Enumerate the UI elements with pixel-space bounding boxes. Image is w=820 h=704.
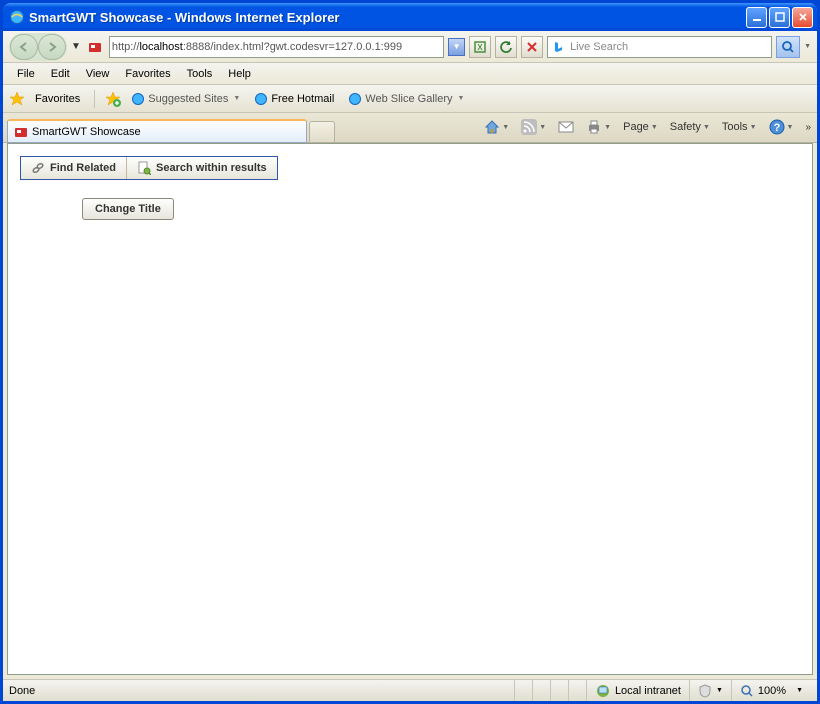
help-icon: ? bbox=[769, 119, 785, 135]
print-icon bbox=[586, 119, 602, 135]
tab-title: SmartGWT Showcase bbox=[32, 126, 141, 138]
toolbar-box: Find Related Search within results bbox=[20, 156, 278, 180]
security-zone[interactable]: Local intranet bbox=[586, 680, 689, 701]
zoom-icon bbox=[740, 684, 754, 698]
menu-bar: File Edit View Favorites Tools Help bbox=[3, 63, 817, 85]
refresh-button[interactable] bbox=[495, 36, 517, 58]
safety-menu-button[interactable]: Safety▼ bbox=[666, 116, 714, 138]
url-dropdown-button[interactable]: ▼ bbox=[448, 38, 465, 56]
menu-edit[interactable]: Edit bbox=[43, 65, 78, 83]
status-bar: Done Local intranet ▼ 100% ▼ bbox=[3, 679, 817, 701]
print-button[interactable]: ▼ bbox=[582, 116, 615, 138]
window-title: SmartGWT Showcase - Windows Internet Exp… bbox=[29, 10, 746, 25]
find-related-button[interactable]: Find Related bbox=[21, 157, 126, 179]
home-button[interactable]: ▼ bbox=[480, 116, 513, 138]
shield-icon bbox=[698, 684, 712, 698]
help-button[interactable]: ? ▼ bbox=[765, 116, 798, 138]
feeds-button[interactable]: ▼ bbox=[517, 116, 550, 138]
new-tab-button[interactable] bbox=[309, 121, 335, 143]
menu-tools[interactable]: Tools bbox=[179, 65, 221, 83]
add-favorite-icon[interactable] bbox=[105, 91, 121, 107]
maximize-button[interactable] bbox=[769, 7, 790, 28]
ie-page-icon bbox=[131, 92, 145, 106]
compat-view-button[interactable] bbox=[469, 36, 491, 58]
web-slice-gallery-link[interactable]: Web Slice Gallery ▼ bbox=[344, 90, 468, 108]
nav-history-dropdown[interactable]: ▼ bbox=[71, 41, 81, 52]
status-text: Done bbox=[9, 685, 35, 697]
search-within-label: Search within results bbox=[156, 162, 267, 174]
change-title-button[interactable]: Change Title bbox=[82, 198, 174, 220]
menu-view[interactable]: View bbox=[78, 65, 118, 83]
menu-help[interactable]: Help bbox=[220, 65, 259, 83]
forward-button[interactable] bbox=[38, 34, 66, 60]
search-placeholder: Live Search bbox=[570, 41, 628, 53]
favorites-star-icon bbox=[9, 91, 25, 107]
url-host: localhost bbox=[139, 41, 182, 53]
url-proto: http:// bbox=[112, 41, 140, 53]
zoom-control[interactable]: 100% ▼ bbox=[731, 680, 811, 701]
zone-label: Local intranet bbox=[615, 685, 681, 697]
intranet-icon bbox=[595, 683, 611, 699]
svg-text:?: ? bbox=[773, 122, 780, 134]
home-icon bbox=[484, 119, 500, 135]
search-doc-icon bbox=[137, 161, 151, 175]
search-dropdown[interactable]: ▼ bbox=[804, 43, 811, 50]
tab-bar: SmartGWT Showcase ▼ ▼ ▼ Page▼ S bbox=[3, 113, 817, 143]
close-button[interactable] bbox=[792, 7, 813, 28]
page-favicon bbox=[87, 39, 103, 55]
free-hotmail-link[interactable]: Free Hotmail bbox=[250, 90, 338, 108]
ie-page-icon bbox=[254, 92, 268, 106]
url-input[interactable]: http://localhost:8888/index.html?gwt.cod… bbox=[109, 36, 444, 58]
search-within-results-button[interactable]: Search within results bbox=[126, 157, 277, 179]
favorites-label: Favorites bbox=[35, 93, 80, 105]
ie-page-icon bbox=[348, 92, 362, 106]
page-content: Find Related Search within results Chang… bbox=[7, 143, 813, 675]
protected-mode[interactable]: ▼ bbox=[689, 680, 731, 701]
ie-icon bbox=[9, 9, 25, 25]
tab-smartgwt-showcase[interactable]: SmartGWT Showcase bbox=[7, 119, 307, 143]
bing-icon bbox=[552, 40, 566, 54]
mail-icon bbox=[558, 120, 574, 134]
find-related-label: Find Related bbox=[50, 162, 116, 174]
zoom-level: 100% bbox=[758, 685, 786, 697]
suggested-sites-link[interactable]: Suggested Sites ▼ bbox=[127, 90, 244, 108]
tools-menu-button[interactable]: Tools▼ bbox=[718, 116, 761, 138]
command-bar: ▼ ▼ ▼ Page▼ Safety▼ Tools▼ bbox=[480, 116, 811, 138]
chevron-more-icon[interactable]: » bbox=[805, 122, 811, 133]
menu-favorites[interactable]: Favorites bbox=[117, 65, 178, 83]
menu-file[interactable]: File bbox=[9, 65, 43, 83]
titlebar: SmartGWT Showcase - Windows Internet Exp… bbox=[3, 3, 817, 31]
favorites-bar: Favorites Suggested Sites ▼ Free Hotmail… bbox=[3, 85, 817, 113]
minimize-button[interactable] bbox=[746, 7, 767, 28]
favorites-button[interactable]: Favorites bbox=[31, 91, 84, 107]
search-input[interactable]: Live Search bbox=[547, 36, 772, 58]
read-mail-button[interactable] bbox=[554, 116, 578, 138]
page-menu-button[interactable]: Page▼ bbox=[619, 116, 662, 138]
back-button[interactable] bbox=[10, 34, 38, 60]
address-bar: ▼ http://localhost:8888/index.html?gwt.c… bbox=[3, 31, 817, 63]
link-icon bbox=[31, 161, 45, 175]
url-rest: :8888/index.html?gwt.codesvr=127.0.0.1:9… bbox=[183, 41, 402, 53]
tab-favicon bbox=[14, 125, 28, 139]
stop-button[interactable] bbox=[521, 36, 543, 58]
rss-icon bbox=[521, 119, 537, 135]
search-go-button[interactable] bbox=[776, 36, 800, 58]
